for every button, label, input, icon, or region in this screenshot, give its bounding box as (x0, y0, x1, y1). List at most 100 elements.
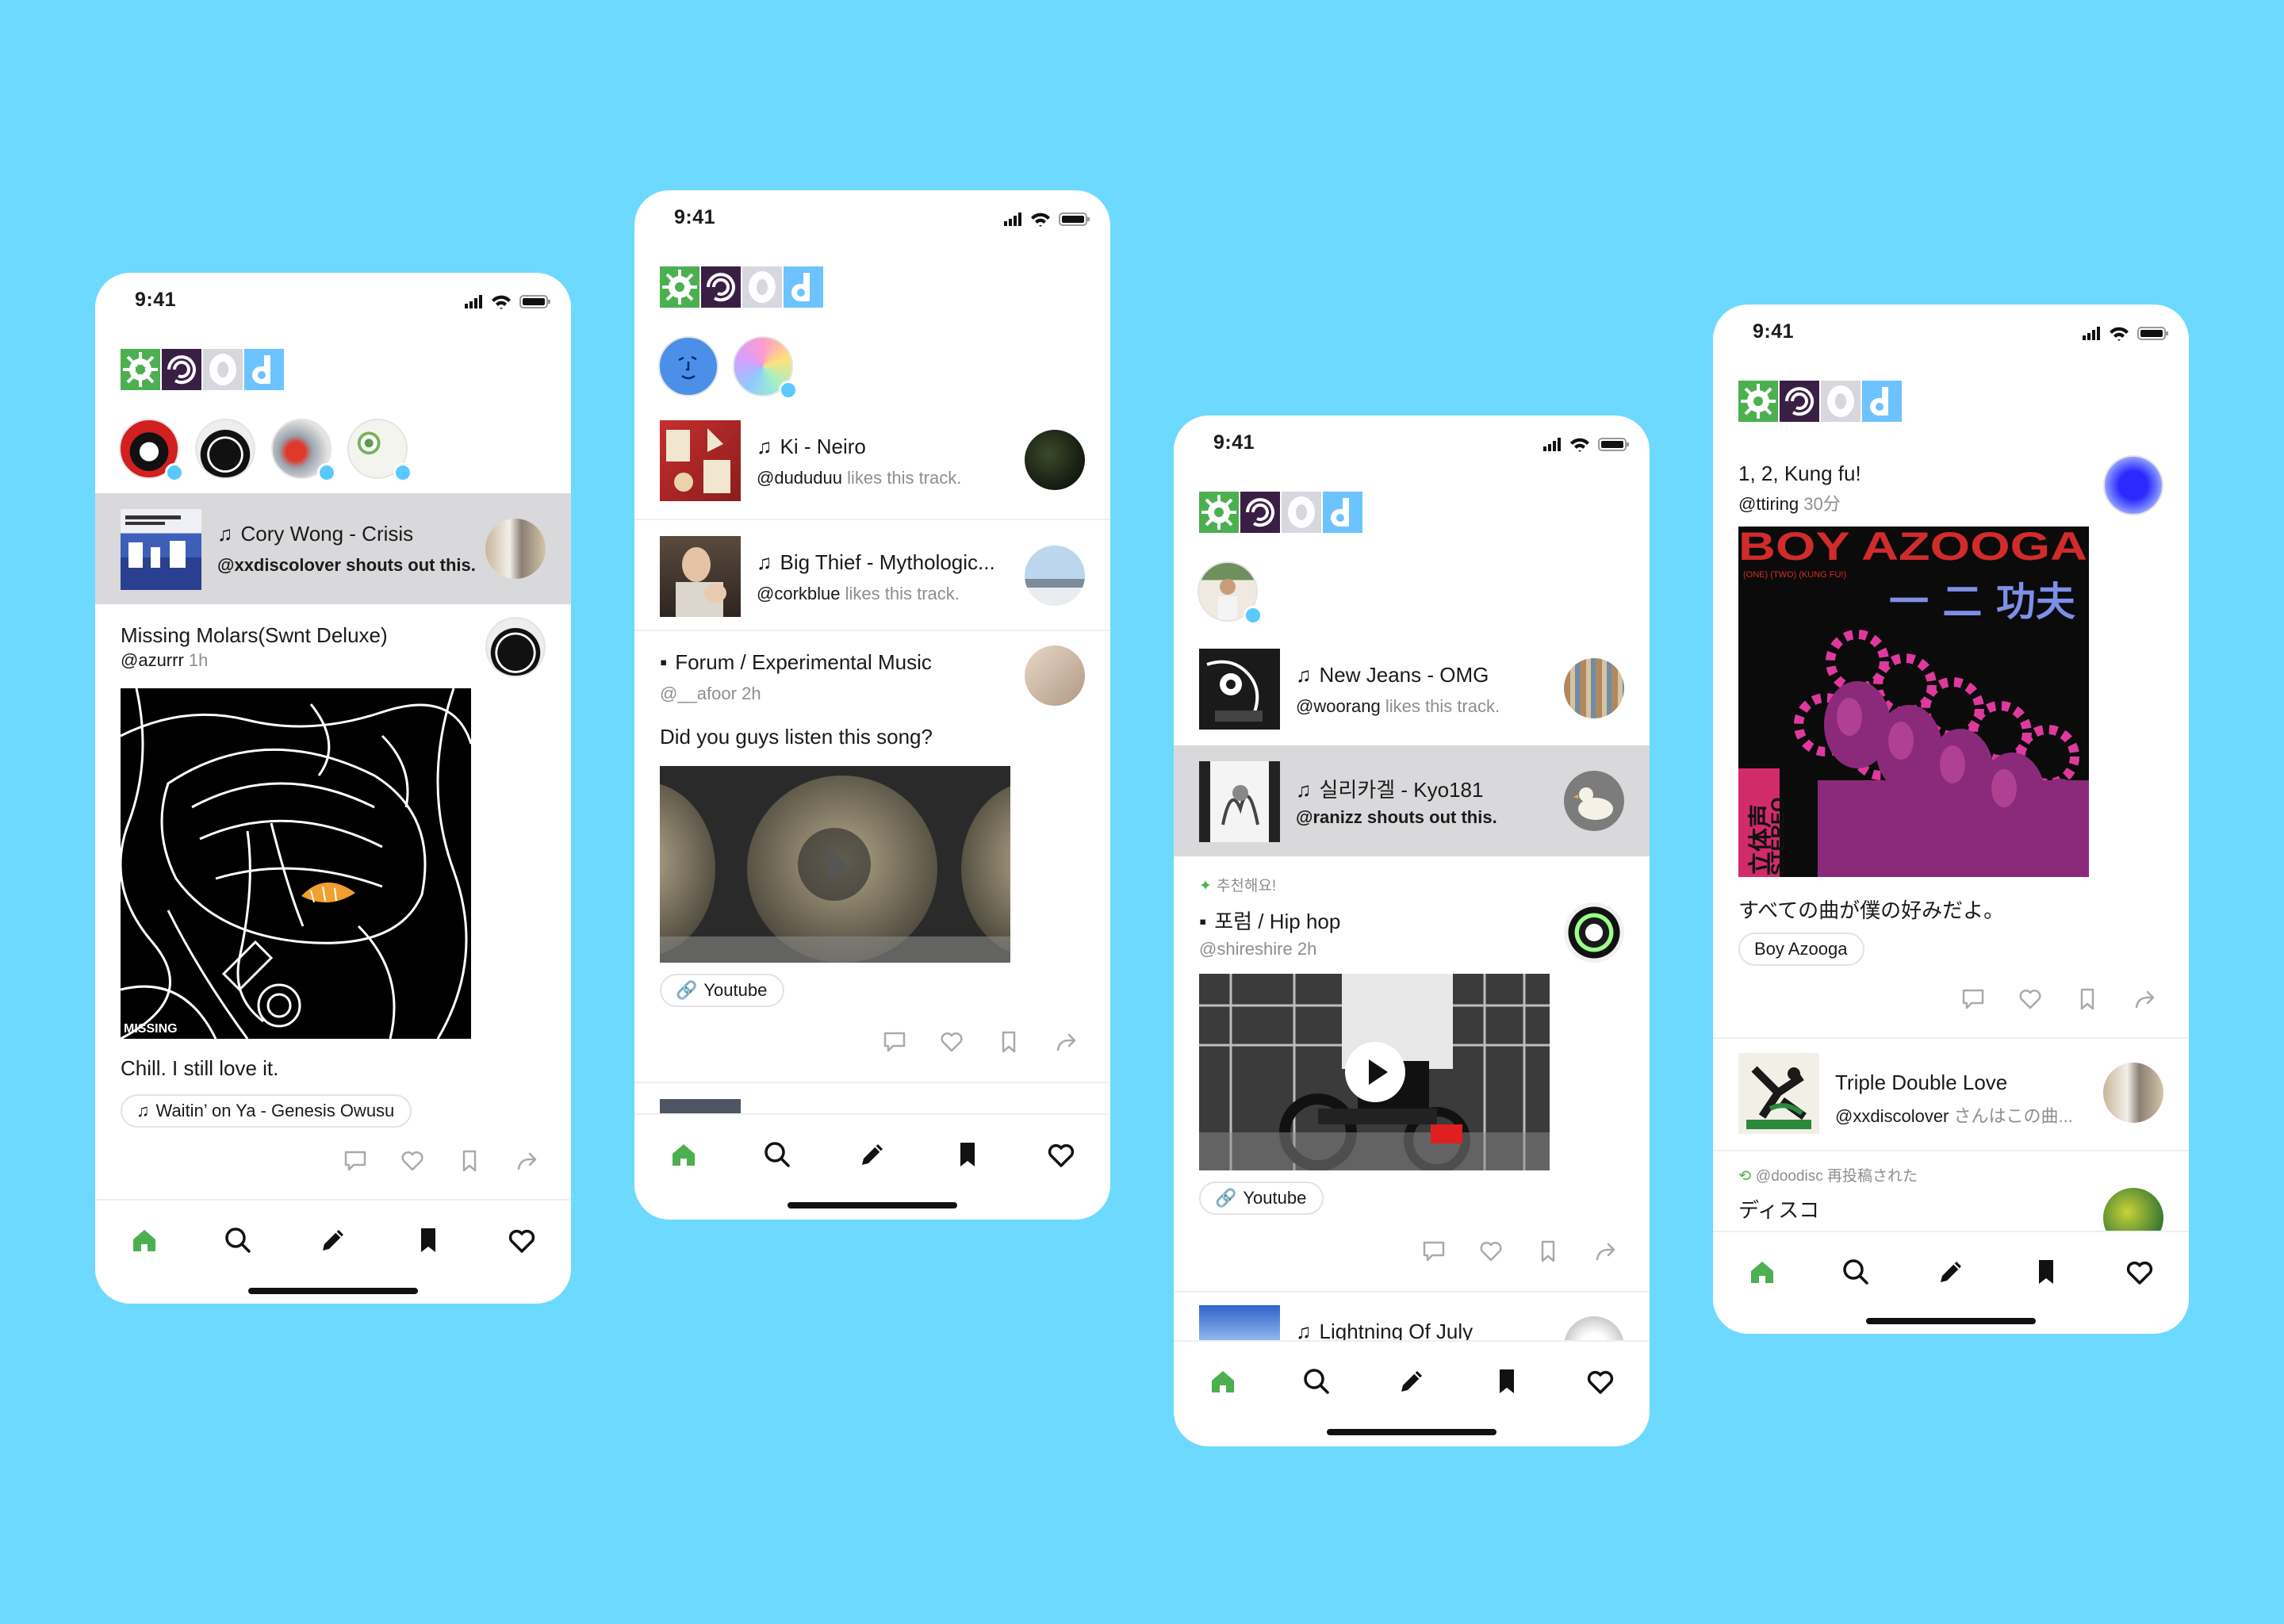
signal-wifi-battery-icon (465, 293, 552, 310)
youtube-link-pill[interactable]: 🔗 Youtube (660, 974, 785, 1007)
play-button-icon[interactable] (798, 828, 871, 901)
user-avatar[interactable] (1564, 902, 1624, 963)
comment-icon[interactable] (339, 1145, 371, 1177)
post-title[interactable]: ▪ Forum / Experimental Music (660, 650, 932, 675)
bookmark-icon[interactable] (993, 1026, 1025, 1058)
bookmark-icon[interactable] (950, 1137, 985, 1172)
bookmark-icon[interactable] (411, 1223, 446, 1258)
like-icon[interactable] (936, 1026, 968, 1058)
user-avatar[interactable] (2103, 455, 2163, 515)
heart-icon[interactable] (504, 1223, 539, 1258)
bottom-nav-bar (95, 1199, 571, 1278)
heart-icon[interactable] (2122, 1254, 2157, 1289)
track-title[interactable]: ♫ Cory Wong - Crisis (217, 522, 487, 546)
shoutout-suffix: shouts out this. (1362, 807, 1497, 827)
compose-icon[interactable] (1933, 1254, 1968, 1289)
home-icon[interactable] (127, 1223, 162, 1258)
logo-tile-swirl (1240, 492, 1280, 533)
track-title[interactable]: ♫ New Jeans - OMG (1296, 663, 1565, 688)
search-icon[interactable] (220, 1223, 255, 1258)
link-text: Youtube (703, 980, 768, 1000)
play-button-icon[interactable] (1345, 1042, 1405, 1102)
track-link-pill[interactable]: ♫ Waitin’ on Ya - Genesis Owusu (121, 1094, 412, 1128)
post-title[interactable]: ▪ 포럼 / Hip hop (1199, 906, 1340, 935)
logo-tile-blob (1282, 492, 1321, 533)
heart-icon[interactable] (1044, 1137, 1079, 1172)
username-link[interactable]: @ranizz (1296, 807, 1362, 827)
story-avatar[interactable] (195, 419, 255, 479)
search-icon[interactable] (760, 1137, 795, 1172)
track-suffix: likes this track. (841, 468, 962, 488)
home-icon[interactable] (666, 1137, 701, 1172)
app-logo[interactable] (660, 266, 823, 308)
username-link[interactable]: @corkblue (757, 584, 841, 603)
comment-icon[interactable] (879, 1026, 910, 1058)
user-avatar[interactable] (1025, 430, 1085, 490)
post-title[interactable]: Missing Molars(Swnt Deluxe) (121, 623, 388, 648)
track-title[interactable]: ♫ 실리카겔 - Kyo181 (1296, 774, 1565, 803)
username-link[interactable]: @azurrr (121, 650, 184, 670)
user-avatar[interactable] (1025, 645, 1085, 706)
repost-label: ⟲ @doodisc 再投稿された (1738, 1164, 1918, 1185)
user-avatar[interactable] (1025, 546, 1085, 606)
repost-title[interactable]: ディスコ (1738, 1194, 1819, 1224)
user-avatar[interactable] (2103, 1063, 2163, 1123)
username-link[interactable]: @ttiring (1738, 494, 1799, 514)
user-avatar[interactable] (485, 519, 546, 579)
shoutout-row[interactable]: ♫ 실리카겔 - Kyo181 @ranizz shouts out this. (1174, 745, 1650, 856)
username-link[interactable]: @xxdiscolover (217, 555, 341, 575)
video-thumbnail[interactable] (660, 766, 1010, 963)
story-avatar[interactable] (658, 336, 719, 396)
track-title[interactable]: ♫ Big Thief - Mythologic... (757, 550, 1026, 575)
album-art-boy-azooga[interactable]: BOY AZOOGA (ONE) (TWO) (KUNG FU!) 一 二 功夫… (1738, 527, 2089, 877)
bookmark-icon[interactable] (1532, 1235, 1564, 1267)
track-title[interactable]: Triple Double Love (1835, 1071, 2105, 1095)
username-link[interactable]: @woorang (1296, 696, 1381, 716)
track-row[interactable]: ♫ Big Thief - Mythologic... @corkblue lik… (634, 536, 1110, 631)
compose-icon[interactable] (316, 1223, 351, 1258)
share-icon[interactable] (1589, 1235, 1621, 1267)
username-link[interactable]: @xxdiscolover (1835, 1106, 1949, 1126)
post-title[interactable]: 1, 2, Kung fu! (1738, 462, 1861, 486)
bookmark-icon[interactable] (2029, 1254, 2064, 1289)
username-link[interactable]: @__afoor (660, 684, 737, 703)
track-title[interactable]: ♫ Ki - Neiro (757, 435, 1026, 459)
compose-icon[interactable] (855, 1137, 890, 1172)
bookmark-icon[interactable] (454, 1145, 485, 1177)
video-thumbnail[interactable] (1199, 974, 1550, 1170)
phone-screen-1: 9:41 ♫ Cory Wong - Crisis @xxdiscolover s… (95, 273, 571, 1304)
app-logo[interactable] (121, 349, 284, 390)
username-link[interactable]: @dududuu (757, 468, 842, 488)
home-icon[interactable] (1205, 1364, 1240, 1399)
like-icon[interactable] (397, 1145, 428, 1177)
search-icon[interactable] (1299, 1364, 1334, 1399)
comment-icon[interactable] (1957, 983, 1989, 1015)
album-art-missing-molars[interactable]: MISSING (121, 688, 471, 1039)
bookmark-icon[interactable] (1489, 1364, 1524, 1399)
home-icon[interactable] (1745, 1254, 1780, 1289)
comment-icon[interactable] (1418, 1235, 1450, 1267)
app-logo[interactable] (1199, 492, 1362, 533)
app-logo[interactable] (1738, 381, 1902, 422)
compose-icon[interactable] (1394, 1364, 1429, 1399)
share-icon[interactable] (511, 1145, 542, 1177)
status-time: 9:41 (135, 289, 177, 311)
like-icon[interactable] (1475, 1235, 1507, 1267)
user-avatar[interactable] (485, 617, 546, 677)
track-row[interactable]: Triple Double Love @xxdiscolover さんはこの曲.… (1713, 1053, 2189, 1148)
shoutout-row[interactable]: ♫ Cory Wong - Crisis @xxdiscolover shouts… (95, 493, 571, 604)
row-divider (634, 519, 1110, 520)
bookmark-icon[interactable] (2071, 983, 2103, 1015)
like-icon[interactable] (2014, 983, 2046, 1015)
username-link[interactable]: @shireshire (1199, 939, 1293, 959)
user-avatar[interactable] (1564, 771, 1624, 831)
tag-pill[interactable]: Boy Azooga (1738, 933, 1865, 966)
track-row[interactable]: ♫ Ki - Neiro @dududuu likes this track. (634, 420, 1110, 515)
youtube-link-pill[interactable]: 🔗 Youtube (1199, 1182, 1324, 1215)
user-avatar[interactable] (1564, 658, 1624, 718)
share-icon[interactable] (2129, 983, 2160, 1015)
track-row[interactable]: ♫ New Jeans - OMG @woorang likes this tra… (1174, 649, 1650, 744)
search-icon[interactable] (1838, 1254, 1873, 1289)
heart-icon[interactable] (1583, 1364, 1618, 1399)
share-icon[interactable] (1050, 1026, 1082, 1058)
